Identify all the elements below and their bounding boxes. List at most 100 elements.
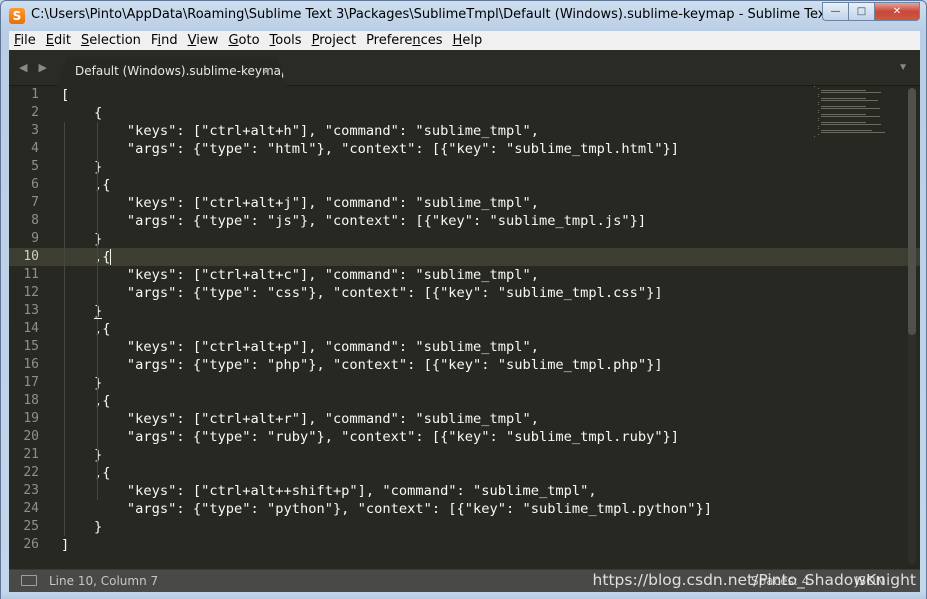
code-line[interactable]: "keys": ["ctrl+alt+p"], "command": "subl…	[61, 338, 539, 356]
minimap-line	[814, 86, 815, 87]
close-window-button[interactable]: ✕	[874, 2, 920, 21]
minimap-line	[821, 90, 867, 91]
window-bottom-border	[1, 592, 926, 599]
code-line[interactable]: "args": {"type": "css"}, "context": [{"k…	[61, 284, 663, 302]
line-number-gutter: 1 2 3 4 5 6 7 8 9 10 11 12 13 14 15 16 17 18 19 20 21 22 23 24 2…	[9, 86, 49, 569]
text-cursor	[110, 249, 112, 265]
minimap-line	[817, 88, 819, 89]
line-number: 25	[23, 519, 39, 534]
code-line[interactable]: {	[61, 104, 102, 122]
line-number: 10	[23, 249, 39, 264]
code-line[interactable]: "args": {"type": "html"}, "context": [{"…	[61, 140, 679, 158]
code-line[interactable]: "keys": ["ctrl+alt+c"], "command": "subl…	[61, 266, 539, 284]
minimap-line	[817, 134, 819, 135]
window-title: C:\Users\Pinto\AppData\Roaming\Sublime T…	[31, 7, 831, 22]
code-line[interactable]: [	[61, 86, 69, 104]
vertical-scrollbar[interactable]	[908, 88, 916, 564]
line-number: 24	[23, 501, 39, 516]
menu-edit[interactable]: Edit	[41, 31, 76, 50]
watermark-text: https://blog.csdn.net/Pinto_ShadowKnight	[592, 571, 916, 589]
line-number: 17	[23, 375, 39, 390]
menu-help[interactable]: Help	[448, 31, 488, 50]
tab-bar: ◀ ▶ Default (Windows).sublime-keymap × ▼	[9, 50, 920, 86]
line-number: 20	[23, 429, 39, 444]
scrollbar-thumb[interactable]	[908, 88, 916, 335]
code-line[interactable]: "args": {"type": "ruby"}, "context": [{"…	[61, 428, 679, 446]
minimap-line	[821, 132, 886, 133]
minimap-line	[817, 102, 819, 103]
sublime-text-icon: S	[9, 8, 25, 24]
minimap-line	[821, 124, 882, 125]
line-number: 21	[23, 447, 39, 462]
line-number: 2	[31, 105, 39, 120]
line-number: 4	[31, 141, 39, 156]
line-number: 15	[23, 339, 39, 354]
minimap[interactable]	[812, 86, 902, 146]
line-number: 6	[31, 177, 39, 192]
code-line[interactable]: "keys": ["ctrl+alt+h"], "command": "subl…	[61, 122, 539, 140]
matching-bracket-underline	[93, 318, 103, 319]
code-line[interactable]: ]	[61, 536, 69, 554]
code-line[interactable]: "args": {"type": "js"}, "context": [{"ke…	[61, 212, 646, 230]
minimap-line	[821, 108, 880, 109]
tab-label: Default (Windows).sublime-keymap	[75, 64, 289, 78]
indent-guide	[64, 122, 65, 536]
menu-view[interactable]: View	[183, 31, 224, 50]
code-line[interactable]: ,{	[61, 392, 111, 410]
code-line[interactable]: ,{	[61, 176, 111, 194]
tab-nav-arrows-icon[interactable]: ◀ ▶	[19, 61, 51, 74]
window-controls: — □ ✕	[822, 2, 920, 21]
code-editor[interactable]: 1 2 3 4 5 6 7 8 9 10 11 12 13 14 15 16 17 18 19 20 21 22 23 24 2…	[9, 86, 920, 569]
cursor-position: Line 10, Column 7	[49, 574, 159, 588]
tab-dropdown-icon[interactable]: ▼	[898, 62, 908, 73]
menu-file[interactable]: File	[9, 31, 41, 50]
line-number: 13	[23, 303, 39, 318]
panel-toggle-icon[interactable]	[21, 575, 37, 586]
line-number: 3	[31, 123, 39, 138]
line-number: 8	[31, 213, 39, 228]
minimap-line	[817, 104, 820, 105]
code-line[interactable]: "keys": ["ctrl+alt+r"], "command": "subl…	[61, 410, 539, 428]
tab-default-windows-keymap[interactable]: Default (Windows).sublime-keymap ×	[57, 57, 287, 86]
minimap-line	[821, 130, 873, 131]
app-window: S C:\Users\Pinto\AppData\Roaming\Sublime…	[0, 0, 927, 599]
line-number: 23	[23, 483, 39, 498]
code-line[interactable]: "keys": ["ctrl+alt+j"], "command": "subl…	[61, 194, 539, 212]
title-bar[interactable]: S C:\Users\Pinto\AppData\Roaming\Sublime…	[1, 1, 926, 31]
minimap-line	[817, 118, 819, 119]
code-line[interactable]: "args": {"type": "php"}, "context": [{"k…	[61, 356, 663, 374]
minimap-line	[817, 110, 819, 111]
code-line[interactable]: ,{	[61, 464, 111, 482]
line-number: 9	[31, 231, 39, 246]
line-number: 1	[31, 87, 39, 102]
code-line[interactable]: ,{	[61, 320, 111, 338]
menu-preferences[interactable]: Preferences	[361, 31, 447, 50]
menu-goto[interactable]: Goto	[223, 31, 264, 50]
menu-find[interactable]: Find	[146, 31, 183, 50]
menu-project[interactable]: Project	[307, 31, 362, 50]
tab-close-icon[interactable]: ×	[262, 63, 270, 79]
line-number: 19	[23, 411, 39, 426]
minimap-line	[817, 112, 820, 113]
minimap-line	[821, 98, 867, 99]
menu-selection[interactable]: Selection	[76, 31, 146, 50]
code-area[interactable]: [ { "keys": ["ctrl+alt+h"], "command": "…	[61, 86, 810, 569]
line-number: 26	[23, 537, 39, 552]
minimap-line	[814, 136, 815, 137]
minimap-line	[817, 96, 820, 97]
line-number: 5	[31, 159, 39, 174]
code-line[interactable]: }	[61, 518, 102, 536]
minimap-line	[821, 116, 880, 117]
minimize-button[interactable]: —	[822, 2, 848, 21]
menu-bar: File Edit Selection Find View Goto Tools Projec…	[9, 31, 920, 50]
maximize-button[interactable]: □	[848, 2, 874, 21]
line-number: 14	[23, 321, 39, 336]
minimap-line	[821, 100, 878, 101]
line-number: 22	[23, 465, 39, 480]
code-line[interactable]: ,{	[61, 248, 111, 266]
minimap-line	[821, 122, 867, 123]
code-line[interactable]: "args": {"type": "python"}, "context": […	[61, 500, 712, 518]
indent-guide	[96, 122, 98, 500]
menu-tools[interactable]: Tools	[265, 31, 307, 50]
code-line[interactable]: "keys": ["ctrl+alt++shift+p"], "command"…	[61, 482, 597, 500]
